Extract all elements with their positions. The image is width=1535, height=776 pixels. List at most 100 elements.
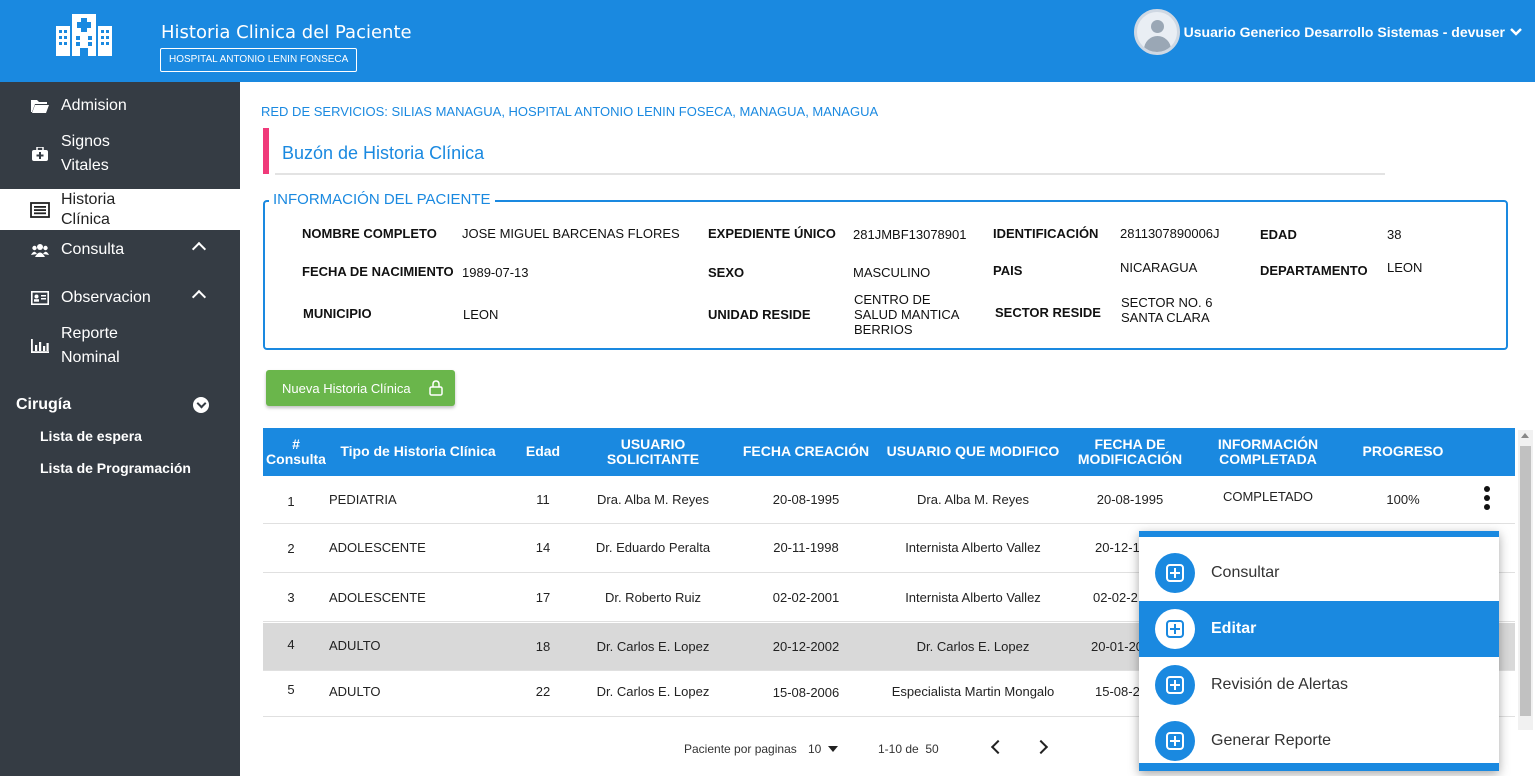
departamento-value: LEON <box>1387 260 1423 275</box>
col-header-fecha-creacion[interactable]: FECHA CREACIÓN <box>741 444 871 459</box>
sidebar-item-label: Vitales <box>61 157 109 174</box>
avatar <box>1133 9 1180 55</box>
sidebar-item-consulta[interactable]: Consulta <box>0 238 240 262</box>
col-header-informacion[interactable]: INFORMACIÓN COMPLETADA <box>1203 437 1333 467</box>
cell-tipo: PEDIATRIA <box>329 492 397 507</box>
cell-fecha-creacion: 20-08-1995 <box>772 492 840 507</box>
folder-icon <box>30 97 50 115</box>
menu-item-revision-alertas[interactable]: Revisión de Alertas <box>1139 657 1499 713</box>
menu-item-label: Generar Reporte <box>1211 732 1332 749</box>
expediente-value: 281JMBF13078901 <box>853 227 967 242</box>
cell-number: 1 <box>287 494 295 509</box>
more-vert-icon[interactable] <box>1484 486 1490 513</box>
pais-value: NICARAGUA <box>1120 260 1198 275</box>
chevron-up-icon[interactable] <box>191 289 207 305</box>
chevron-up-icon[interactable] <box>191 241 207 257</box>
table-row[interactable]: 1 PEDIATRIA 11 Dra. Alba M. Reyes 20-08-… <box>263 476 1515 524</box>
plus-square-icon <box>1155 609 1195 649</box>
cell-fecha-modificacion: 20-08-1995 <box>1096 492 1164 507</box>
scroll-up-icon[interactable] <box>1521 433 1529 438</box>
user-menu[interactable]: Usuario Generico Desarrollo Sistemas - d… <box>1133 9 1523 55</box>
sidebar-item-signos-vitales[interactable]: Signos Vitales <box>0 130 240 178</box>
patient-info-legend: INFORMACIÓN DEL PACIENTE <box>269 191 495 208</box>
unidad-label: UNIDAD RESIDE <box>708 307 811 322</box>
list-icon <box>30 201 50 219</box>
col-header-usuario-modifico[interactable]: USUARIO QUE MODIFICO <box>883 444 1063 459</box>
sexo-value: MASCULINO <box>853 265 931 280</box>
cell-edad: 14 <box>535 540 551 555</box>
edad-value: 38 <box>1387 227 1402 242</box>
sidebar-section-cirugia[interactable]: Cirugía <box>16 396 71 414</box>
col-header-tipo[interactable]: Tipo de Historia Clínica <box>339 444 497 459</box>
cell-fecha-creacion: 20-12-2002 <box>772 639 840 654</box>
cell-tipo: ADULTO <box>329 638 381 653</box>
sidebar-item-label: Nominal <box>61 349 120 366</box>
sidebar-item-label: Consulta <box>61 241 125 258</box>
plus-square-icon <box>1155 553 1195 593</box>
hospital-icon <box>56 14 112 56</box>
pais-label: PAIS <box>993 263 1023 278</box>
sidebar-item-admision[interactable]: Admision <box>0 94 240 118</box>
menu-item-label: Consultar <box>1211 564 1280 581</box>
new-history-button[interactable]: Nueva Historia Clínica <box>266 370 455 406</box>
cell-tipo: ADOLESCENTE <box>329 590 426 605</box>
menu-item-consultar[interactable]: Consultar <box>1139 545 1499 601</box>
divider <box>275 173 1385 175</box>
bar-chart-icon <box>30 337 50 355</box>
scrollbar[interactable] <box>1518 430 1533 730</box>
cell-informacion: COMPLETADO <box>1222 489 1314 504</box>
col-header-fecha-modificacion[interactable]: FECHA DE MODIFICACIÓN <box>1063 437 1197 467</box>
departamento-label: DEPARTAMENTO <box>1260 263 1368 278</box>
sidebar: Admision Signos Vitales Historia Clínica C… <box>0 82 240 776</box>
chevron-circle-down-icon[interactable] <box>193 397 209 413</box>
cell-edad: 11 <box>536 492 550 507</box>
cell-tipo: ADOLESCENTE <box>329 540 426 555</box>
col-header-progreso[interactable]: PROGRESO <box>1353 444 1453 459</box>
cell-fecha-modificacion: 20-01-20 <box>1091 639 1144 654</box>
table-header: # Consulta Tipo de Historia Clínica Edad … <box>263 428 1515 476</box>
app-title: Historia Clinica del Paciente <box>161 22 412 43</box>
scroll-thumb[interactable] <box>1520 446 1531 716</box>
caret-down-icon[interactable] <box>828 746 838 752</box>
cell-fecha-creacion: 15-08-2006 <box>772 685 840 700</box>
sidebar-item-label: Signos <box>61 133 110 150</box>
sidebar-subitem-lista-programacion[interactable]: Lista de Programación <box>40 460 191 476</box>
page-title: Buzón de Historia Clínica <box>282 143 485 163</box>
sidebar-item-observacion[interactable]: Observacion <box>0 286 240 310</box>
menu-item-editar[interactable]: Editar <box>1139 601 1499 657</box>
municipio-value: LEON <box>463 307 499 322</box>
sidebar-item-label: Historia <box>61 190 116 208</box>
cell-number: 3 <box>287 590 295 605</box>
cell-number: 4 <box>287 637 295 652</box>
col-header-consulta[interactable]: # Consulta <box>263 437 329 467</box>
cell-fecha-modificacion: 02-02-2 <box>1093 590 1138 605</box>
cell-number: 2 <box>287 541 295 556</box>
unidad-value: CENTRO DE SALUD MANTICA BERRIOS <box>854 292 960 337</box>
plus-square-icon <box>1155 721 1195 761</box>
sidebar-item-label: Observacion <box>61 289 151 306</box>
col-header-usuario-solicitante[interactable]: USUARIO SOLICITANTE <box>583 437 723 467</box>
cell-edad: 22 <box>535 684 551 699</box>
next-page-icon[interactable] <box>1033 739 1049 755</box>
cell-fecha-creacion: 20-11-1998 <box>773 540 839 555</box>
menu-item-generar-reporte[interactable]: Generar Reporte <box>1139 713 1499 769</box>
users-icon <box>30 241 50 259</box>
cell-solicitante: Dr. Eduardo Peralta <box>595 540 711 555</box>
cell-solicitante: Dr. Roberto Ruiz <box>604 590 702 605</box>
cell-fecha-creacion: 02-02-2001 <box>772 590 840 605</box>
sidebar-item-label: Admision <box>61 97 127 114</box>
sidebar-subitem-lista-espera[interactable]: Lista de espera <box>40 428 142 444</box>
sexo-label: SEXO <box>708 265 745 280</box>
network-breadcrumb: RED DE SERVICIOS: SILIAS MANAGUA, HOSPIT… <box>261 104 879 119</box>
page-size-select[interactable]: 10 <box>808 742 821 756</box>
expediente-label: EXPEDIENTE ÚNICO <box>708 226 836 241</box>
col-header-edad[interactable]: Edad <box>513 444 573 459</box>
nombre-value: JOSE MIGUEL BARCENAS FLORES <box>462 226 680 241</box>
sidebar-item-historia-clinica[interactable]: Historia Clínica <box>0 189 240 230</box>
edad-label: EDAD <box>1260 227 1297 242</box>
sidebar-item-reporte-nominal[interactable]: Reporte Nominal <box>0 322 240 370</box>
prev-page-icon[interactable] <box>990 739 1006 755</box>
identificacion-label: IDENTIFICACIÓN <box>993 226 1099 241</box>
new-history-label: Nueva Historia Clínica <box>282 380 411 396</box>
medkit-icon <box>30 145 50 163</box>
